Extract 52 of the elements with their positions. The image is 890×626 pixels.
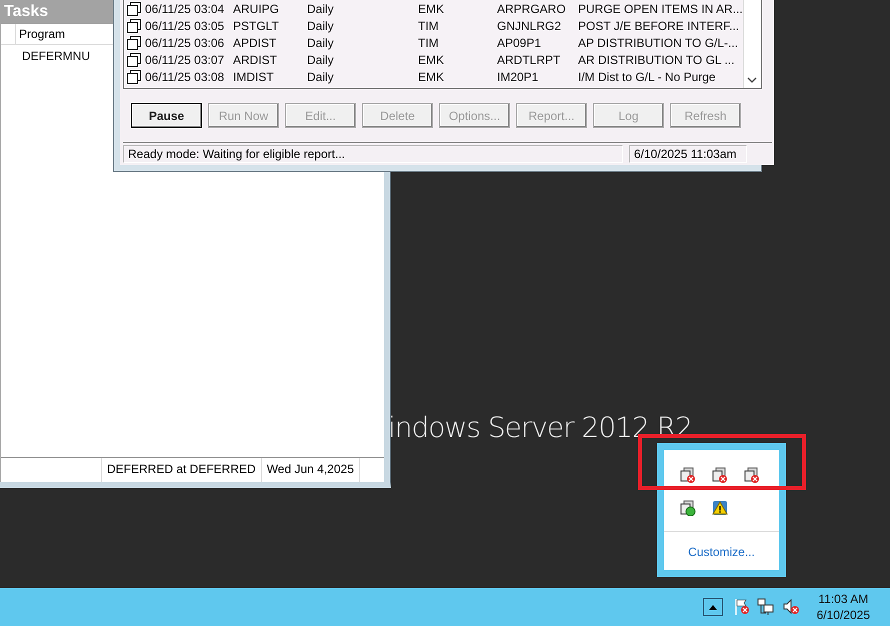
table-cell[interactable]: ARUIPG — [233, 2, 307, 16]
status-datetime: 6/10/2025 11:03am — [629, 145, 747, 163]
network-icon[interactable] — [756, 598, 775, 616]
caret-icon — [708, 604, 717, 610]
clock-time: 11:03 AM — [818, 591, 868, 607]
table-cell[interactable]: DEFERMNU — [22, 49, 90, 63]
customize-link[interactable]: Customize... — [688, 545, 755, 559]
table-cell[interactable]: Daily — [307, 70, 418, 84]
app-error-icon[interactable] — [744, 467, 760, 483]
app-error-icon[interactable] — [712, 467, 728, 483]
report-icon — [127, 52, 142, 66]
table-cell[interactable]: ARDTLRPT — [497, 52, 578, 66]
scrollbar[interactable] — [742, 0, 761, 88]
table-cell[interactable]: EMK — [418, 52, 497, 66]
report-icon — [127, 2, 142, 16]
flag-error-icon[interactable] — [734, 598, 750, 616]
app-error-icon[interactable] — [680, 467, 696, 483]
table-cell[interactable]: POST J/E BEFORE INTERF... — [578, 18, 743, 32]
table-cell[interactable]: I/M Dist to G/L - No Purge — [578, 70, 743, 84]
status-text: Wed Jun 4,2025 — [262, 458, 360, 482]
report-icon — [127, 36, 142, 50]
warning-icon[interactable] — [712, 500, 728, 516]
clock[interactable]: 11:03 AM 6/10/2025 — [816, 591, 870, 623]
show-hidden-icons-button[interactable] — [702, 598, 723, 616]
table-cell[interactable]: TIM — [418, 36, 497, 50]
table-cell[interactable]: EMK — [418, 2, 497, 16]
clock-date: 6/10/2025 — [816, 607, 870, 623]
table-cell[interactable]: 06/11/25 03:06 — [145, 36, 233, 50]
table-cell[interactable]: PURGE OPEN ITEMS IN AR... — [578, 2, 743, 16]
table-cell[interactable]: Daily — [307, 52, 418, 66]
table-cell[interactable]: TIM — [418, 18, 497, 32]
table-cell[interactable]: 06/11/25 03:08 — [145, 70, 233, 84]
app-sync-icon[interactable] — [680, 500, 696, 516]
table-cell[interactable]: IMDIST — [233, 70, 307, 84]
table-cell[interactable]: GNJNLRG2 — [497, 18, 578, 32]
report-icon — [127, 70, 142, 84]
table-cell[interactable]: ARDIST — [233, 52, 307, 66]
table-cell[interactable]: EMK — [418, 70, 497, 84]
table-cell[interactable]: ARPRGARO — [497, 2, 578, 16]
table-cell[interactable]: 06/11/25 03:04 — [145, 2, 233, 16]
table-cell[interactable]: APDIST — [233, 36, 307, 50]
table-cell[interactable]: AR DISTRIBUTION TO GL ... — [578, 52, 743, 66]
table-cell[interactable]: Daily — [307, 36, 418, 50]
report-icon — [127, 18, 142, 32]
table-cell[interactable]: AP09P1 — [497, 36, 578, 50]
speaker-error-icon[interactable] — [782, 598, 800, 616]
status-text: Ready mode: Waiting for eligible report... — [123, 145, 623, 163]
status-text: DEFERRED at DEFERRED — [102, 458, 262, 482]
table-cell[interactable]: 06/11/25 03:07 — [145, 52, 233, 66]
table-cell[interactable]: IM20P1 — [497, 70, 578, 84]
action-button[interactable]: Pause — [131, 103, 202, 128]
table-cell[interactable]: AP DISTRIBUTION TO G/L-... — [578, 36, 743, 50]
